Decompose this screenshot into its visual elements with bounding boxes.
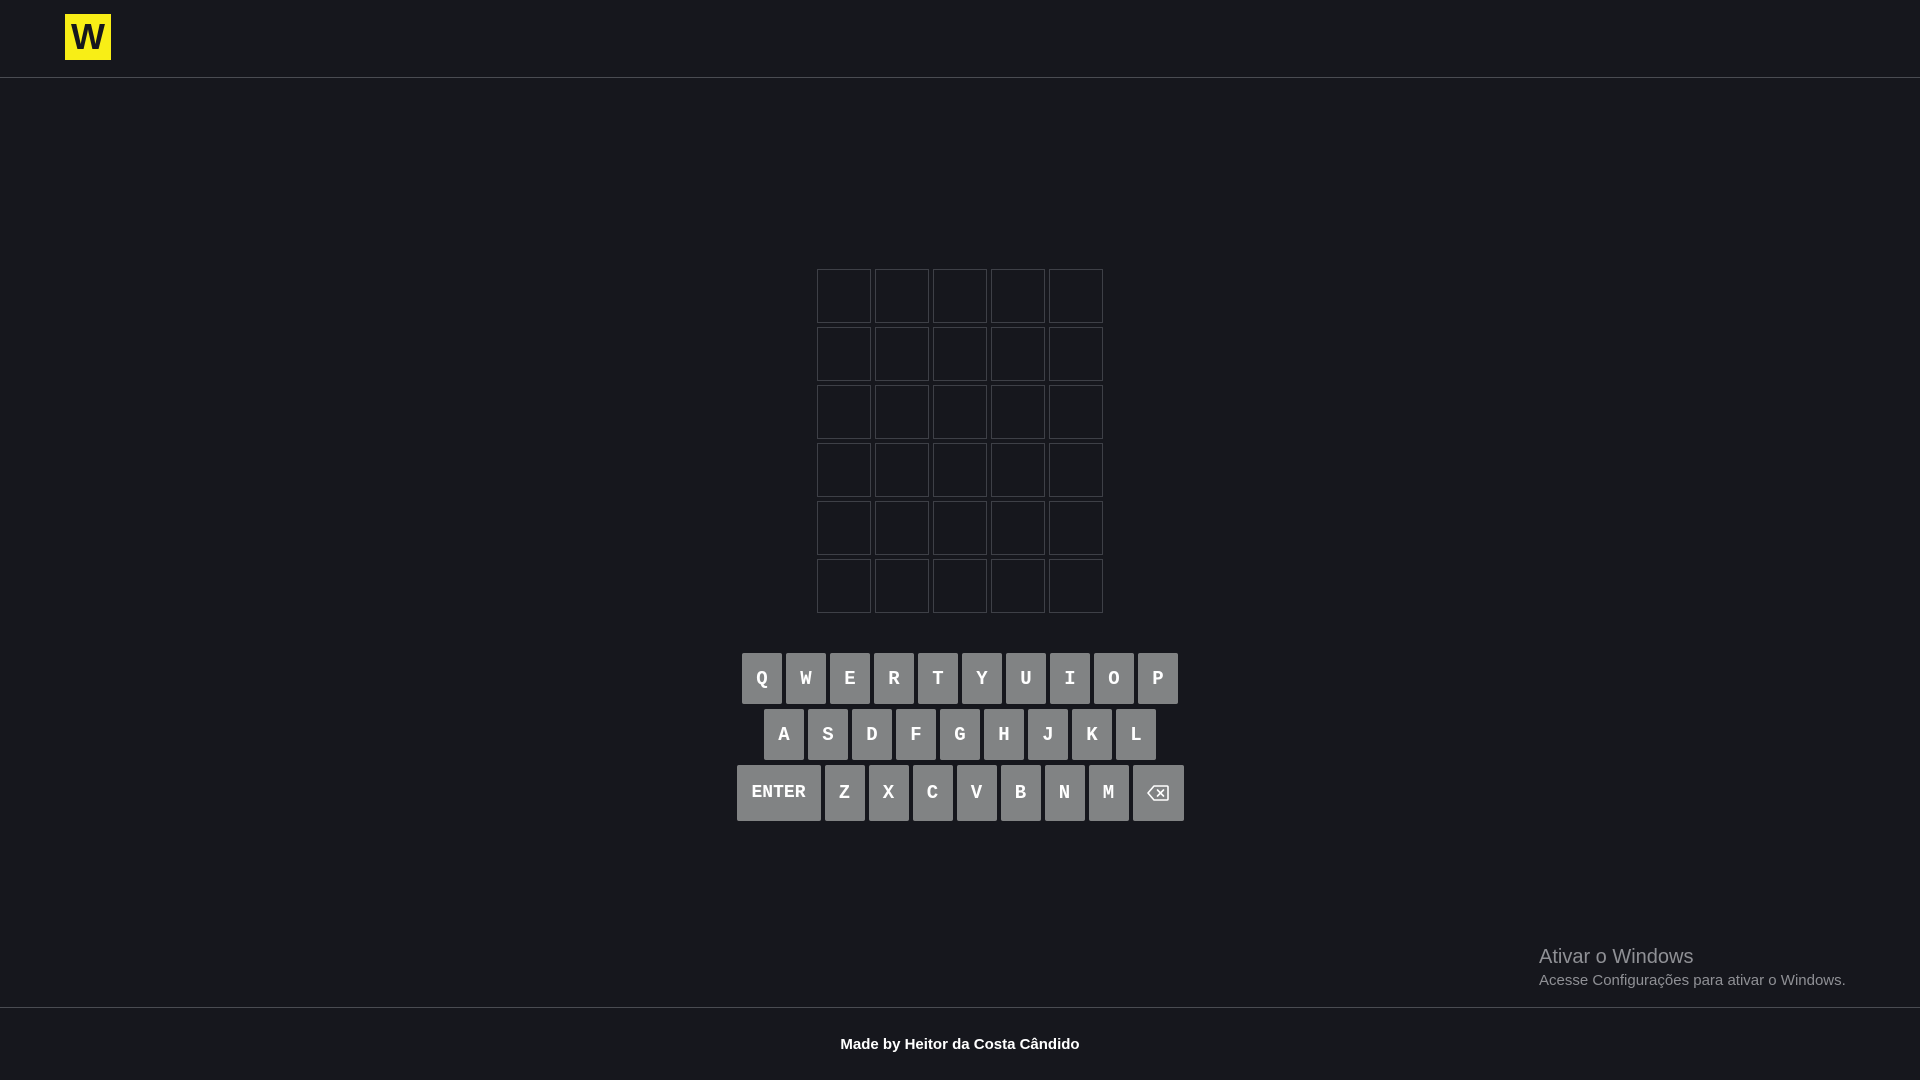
- backspace-key[interactable]: [1132, 765, 1184, 821]
- windows-activation-watermark: Ativar o Windows Acesse Configurações pa…: [1539, 946, 1846, 989]
- key-l[interactable]: L: [1116, 709, 1156, 760]
- board-tile: [1049, 559, 1103, 613]
- key-d[interactable]: D: [852, 709, 892, 760]
- board-tile: [1049, 501, 1103, 555]
- keyboard-row-2: ASDFGHJKL: [0, 709, 1920, 760]
- board-tile: [991, 327, 1045, 381]
- key-b[interactable]: B: [1000, 765, 1041, 821]
- key-j[interactable]: J: [1028, 709, 1068, 760]
- key-y[interactable]: Y: [962, 653, 1002, 704]
- key-f[interactable]: F: [896, 709, 936, 760]
- watermark-title: Ativar o Windows: [1539, 946, 1694, 968]
- on-screen-keyboard: QWERTYUIOP ASDFGHJKL ENTER ZXCVBNM: [0, 653, 1920, 826]
- app-logo[interactable]: W: [65, 14, 111, 60]
- key-i[interactable]: I: [1050, 653, 1090, 704]
- key-s[interactable]: S: [808, 709, 848, 760]
- key-q[interactable]: Q: [742, 653, 782, 704]
- backspace-icon: [1147, 785, 1169, 801]
- board-tile: [1049, 327, 1103, 381]
- board-tile: [991, 559, 1045, 613]
- board-tile: [933, 269, 987, 323]
- board-tile: [933, 443, 987, 497]
- board-tile: [875, 443, 929, 497]
- board-tile: [991, 269, 1045, 323]
- board-tile: [875, 501, 929, 555]
- key-p[interactable]: P: [1138, 653, 1178, 704]
- key-h[interactable]: H: [984, 709, 1024, 760]
- key-n[interactable]: N: [1044, 765, 1085, 821]
- board-tile: [875, 269, 929, 323]
- key-k[interactable]: K: [1072, 709, 1112, 760]
- key-c[interactable]: C: [912, 765, 953, 821]
- key-z[interactable]: Z: [824, 765, 865, 821]
- board-tile: [933, 559, 987, 613]
- header: W: [0, 0, 1920, 78]
- board-tile: [1049, 443, 1103, 497]
- board-tile: [817, 501, 871, 555]
- board-tile: [991, 443, 1045, 497]
- keyboard-row-3: ENTER ZXCVBNM: [0, 765, 1920, 821]
- key-e[interactable]: E: [830, 653, 870, 704]
- key-x[interactable]: X: [868, 765, 909, 821]
- board-tile: [817, 327, 871, 381]
- key-a[interactable]: A: [764, 709, 804, 760]
- key-u[interactable]: U: [1006, 653, 1046, 704]
- board-tile: [875, 559, 929, 613]
- board-tile: [817, 269, 871, 323]
- board-tile: [933, 385, 987, 439]
- key-r[interactable]: R: [874, 653, 914, 704]
- board-tile: [991, 501, 1045, 555]
- footer: Made by Heitor da Costa Cândido: [0, 1007, 1920, 1080]
- enter-key[interactable]: ENTER: [736, 765, 821, 821]
- board-tile: [991, 385, 1045, 439]
- board-tile: [875, 385, 929, 439]
- board-tile: [817, 559, 871, 613]
- key-t[interactable]: T: [918, 653, 958, 704]
- key-g[interactable]: G: [940, 709, 980, 760]
- key-v[interactable]: V: [956, 765, 997, 821]
- board-tile: [817, 443, 871, 497]
- keyboard-row-1: QWERTYUIOP: [0, 653, 1920, 704]
- board-tile: [875, 327, 929, 381]
- key-o[interactable]: O: [1094, 653, 1134, 704]
- key-m[interactable]: M: [1088, 765, 1129, 821]
- board-tile: [933, 501, 987, 555]
- board-tile: [817, 385, 871, 439]
- footer-credit: Made by Heitor da Costa Cândido: [840, 1035, 1080, 1053]
- key-w[interactable]: W: [786, 653, 826, 704]
- watermark-subtitle: Acesse Configurações para ativar o Windo…: [1539, 972, 1846, 989]
- board-tile: [933, 327, 987, 381]
- game-board: [817, 269, 1103, 613]
- board-tile: [1049, 385, 1103, 439]
- board-tile: [1049, 269, 1103, 323]
